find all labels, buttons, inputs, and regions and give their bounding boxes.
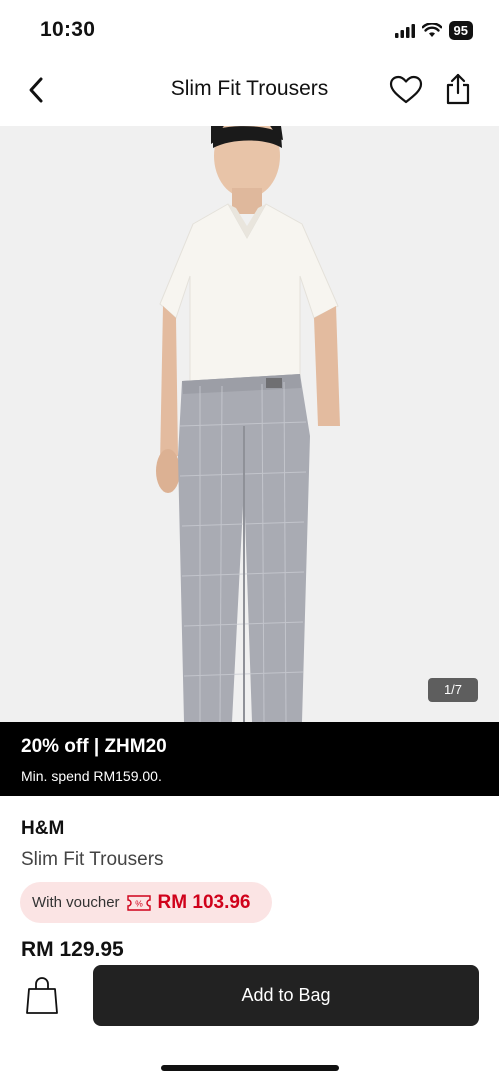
voucher-price: RM 103.96: [157, 891, 251, 913]
add-to-bag-button[interactable]: Add to Bag: [93, 965, 479, 1026]
heart-icon: [389, 75, 423, 104]
signal-icon: [394, 23, 415, 38]
promo-title: 20% off | ZHM20: [21, 736, 167, 757]
favorite-button[interactable]: [386, 70, 426, 110]
voucher-label: With voucher: [32, 894, 120, 911]
header: Slim Fit Trousers: [0, 62, 499, 126]
promo-subtitle: Min. spend RM159.00.: [21, 768, 162, 784]
brand-name: H&M: [21, 818, 65, 839]
model-photo: [0, 126, 499, 722]
home-indicator[interactable]: [161, 1065, 339, 1071]
share-icon: [446, 73, 470, 105]
product-name: Slim Fit Trousers: [21, 849, 164, 870]
shopping-bag-icon: [26, 977, 58, 1014]
battery-icon: 95: [448, 21, 473, 40]
promo-banner[interactable]: 20% off | ZHM20 Min. spend RM159.00.: [0, 722, 499, 796]
product-image[interactable]: [0, 126, 499, 722]
wifi-icon: [421, 23, 442, 37]
voucher-price-badge: With voucher % RM 103.96: [20, 882, 272, 923]
voucher-ticket-icon: %: [126, 894, 151, 911]
svg-text:%: %: [135, 898, 143, 908]
bottom-action-bar: Add to Bag: [0, 958, 499, 1080]
share-button[interactable]: [438, 68, 478, 110]
status-bar: 10:30 95: [0, 0, 499, 62]
status-time: 10:30: [40, 18, 96, 41]
product-page: 10:30 95 Slim Fit Trousers 1/7 20% off |…: [0, 0, 499, 1080]
image-counter: 1/7: [428, 678, 478, 702]
regular-price: RM 129.95: [21, 938, 124, 958]
status-icons: 95: [394, 21, 473, 40]
bag-button[interactable]: [22, 974, 62, 1016]
